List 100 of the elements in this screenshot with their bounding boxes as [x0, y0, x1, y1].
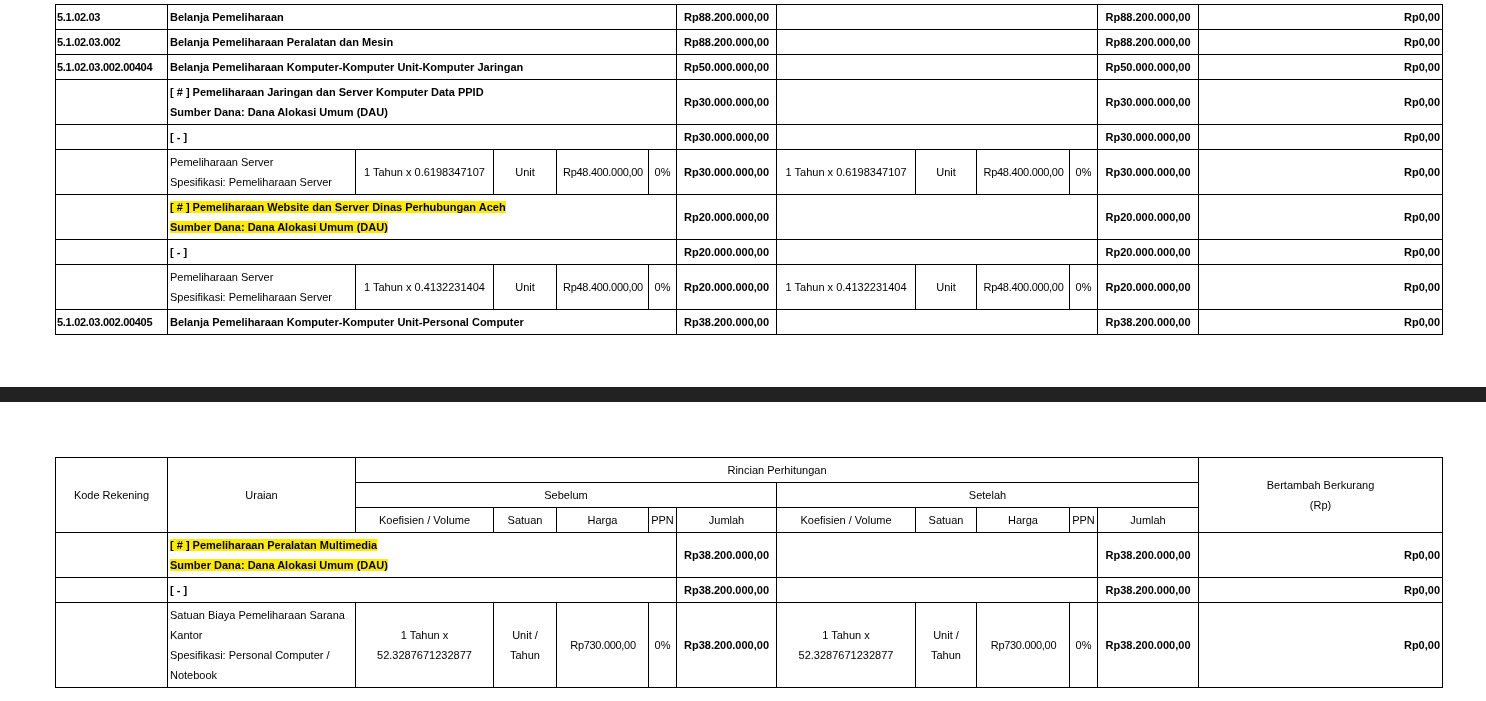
table-cell: Koefisien / Volume: [355, 507, 494, 533]
table-cell: Rp730.000,00: [976, 602, 1070, 688]
table-cell: Rp20.000.000,00: [1097, 194, 1199, 240]
table-cell: Rp0,00: [1198, 54, 1443, 80]
table-cell: Uraian: [167, 457, 356, 533]
table-cell: Rp20.000.000,00: [676, 264, 777, 310]
table-cell: Rp20.000.000,00: [1097, 239, 1199, 265]
table-cell: Rp30.000.000,00: [676, 79, 777, 125]
table-cell: 0%: [648, 149, 677, 195]
table-cell: 1 Tahun x 0.4132231404: [355, 264, 494, 310]
table-cell: 5.1.02.03.002.00405: [55, 309, 168, 335]
table-cell: PPN: [648, 507, 677, 533]
highlighted-text: [ # ] Pemeliharaan Website dan Server Dinas Perhubungan Aceh: [170, 201, 506, 213]
table-cell: [ - ]: [167, 577, 677, 603]
funding-source: Sumber Dana: Dana Alokasi Umum (DAU): [170, 106, 388, 118]
table-cell: 0%: [648, 264, 677, 310]
table-cell: Unit: [493, 264, 557, 310]
table-cell: 1 Tahun x 52.3287671232877: [355, 602, 494, 688]
table-cell: Rp20.000.000,00: [676, 194, 777, 240]
table-cell: Rp38.200.000,00: [1097, 602, 1199, 688]
table-cell: Rincian Perhitungan: [355, 457, 1199, 483]
table-cell: PPN: [1069, 507, 1098, 533]
table-cell: Rp38.200.000,00: [1097, 577, 1199, 603]
column-header: Bertambah Berkurang: [1265, 478, 1376, 493]
item-spec: Spesifikasi: Pemeliharaan Server: [170, 175, 334, 190]
table-cell: Rp50.000.000,00: [1097, 54, 1199, 80]
table-cell: Rp0,00: [1198, 29, 1443, 55]
item-name: Pemeliharaan Server: [170, 270, 275, 285]
table-cell: Kode Rekening: [55, 457, 168, 533]
table-cell: Rp30.000.000,00: [1097, 79, 1199, 125]
table-cell: Jumlah: [676, 507, 777, 533]
highlighted-text: Sumber Dana: Dana Alokasi Umum (DAU): [170, 221, 388, 233]
table-cell: Satuan: [915, 507, 977, 533]
table-cell: 5.1.02.03.002.00404: [55, 54, 168, 80]
table-cell: Sebelum: [355, 482, 777, 508]
item-name: Pemeliharaan Server: [170, 155, 275, 170]
table-cell: [ - ]: [167, 124, 677, 150]
table-cell: Koefisien / Volume: [776, 507, 916, 533]
column-header: (Rp): [1308, 498, 1333, 513]
table-cell: Rp20.000.000,00: [1097, 264, 1199, 310]
table-cell: 1 Tahun x 0.6198347107: [776, 149, 916, 195]
table-cell: Rp38.200.000,00: [676, 532, 777, 578]
table-cell: 1 Tahun x 0.6198347107: [355, 149, 494, 195]
table-cell: 5.1.02.03: [55, 4, 168, 30]
table-cell: Rp0,00: [1198, 124, 1443, 150]
table-cell: Rp20.000.000,00: [676, 239, 777, 265]
table-cell: 1 Tahun x 52.3287671232877: [776, 602, 916, 688]
table-cell: 5.1.02.03.002: [55, 29, 168, 55]
table-cell: Rp730.000,00: [556, 602, 649, 688]
table-cell: Unit: [915, 264, 977, 310]
table-cell: Rp88.200.000,00: [1097, 29, 1199, 55]
table-cell: Belanja Pemeliharaan Peralatan dan Mesin: [167, 29, 677, 55]
table-cell: Rp38.200.000,00: [676, 309, 777, 335]
table-cell: Rp88.200.000,00: [676, 4, 777, 30]
highlighted-text: Sumber Dana: Dana Alokasi Umum (DAU): [170, 559, 388, 571]
table-cell: Harga: [976, 507, 1070, 533]
table-cell: Rp0,00: [1198, 577, 1443, 603]
table-cell: 0%: [1069, 602, 1098, 688]
table-cell: Rp48.400.000,00: [556, 264, 649, 310]
item-spec: Spesifikasi: Personal Computer / Notebook: [170, 648, 331, 683]
table-cell: Rp0,00: [1198, 79, 1443, 125]
table-cell: Belanja Pemeliharaan Komputer-Komputer Unit-Personal Computer: [167, 309, 677, 335]
table-cell: Rp0,00: [1198, 4, 1443, 30]
table-cell: Unit: [493, 149, 557, 195]
table-cell: Rp0,00: [1198, 149, 1443, 195]
table-cell: Unit: [915, 149, 977, 195]
table-cell: Rp48.400.000,00: [976, 264, 1070, 310]
table-cell: [ - ]: [167, 239, 677, 265]
table-cell: Unit / Tahun: [915, 602, 977, 688]
table-cell: Rp0,00: [1198, 602, 1443, 688]
table-cell: Satuan: [493, 507, 557, 533]
table-cell: Rp0,00: [1198, 239, 1443, 265]
table-cell: 1 Tahun x 0.4132231404: [776, 264, 916, 310]
table-cell: 0%: [1069, 149, 1098, 195]
table-cell: Rp38.200.000,00: [676, 602, 777, 688]
table-cell: Harga: [556, 507, 649, 533]
table-cell: Unit / Tahun: [493, 602, 557, 688]
table-cell: Rp0,00: [1198, 309, 1443, 335]
table-cell: Rp30.000.000,00: [1097, 149, 1199, 195]
table-cell: Rp30.000.000,00: [676, 124, 777, 150]
table-cell: Rp88.200.000,00: [676, 29, 777, 55]
table-cell: Rp30.000.000,00: [1097, 124, 1199, 150]
table-cell: 0%: [1069, 264, 1098, 310]
table-cell: Rp0,00: [1198, 532, 1443, 578]
item-spec: Spesifikasi: Pemeliharaan Server: [170, 290, 334, 305]
table-cell: Belanja Pemeliharaan: [167, 4, 677, 30]
group-title: [ # ] Pemeliharaan Jaringan dan Server Komputer Data PPID: [170, 86, 484, 98]
table-cell: Rp38.200.000,00: [676, 577, 777, 603]
table-cell: Rp0,00: [1198, 194, 1443, 240]
table-cell: Rp50.000.000,00: [676, 54, 777, 80]
table-cell: Rp38.200.000,00: [1097, 532, 1199, 578]
table-cell: 0%: [648, 602, 677, 688]
table-cell: Rp30.000.000,00: [676, 149, 777, 195]
table-cell: Rp48.400.000,00: [556, 149, 649, 195]
table-cell: Rp38.200.000,00: [1097, 309, 1199, 335]
table-cell: Rp48.400.000,00: [976, 149, 1070, 195]
table-cell: Rp0,00: [1198, 264, 1443, 310]
item-name: Satuan Biaya Pemeliharaan Sarana Kantor: [170, 608, 346, 643]
table-cell: Belanja Pemeliharaan Komputer-Komputer Unit-Komputer Jaringan: [167, 54, 677, 80]
table-cell: Rp88.200.000,00: [1097, 4, 1199, 30]
